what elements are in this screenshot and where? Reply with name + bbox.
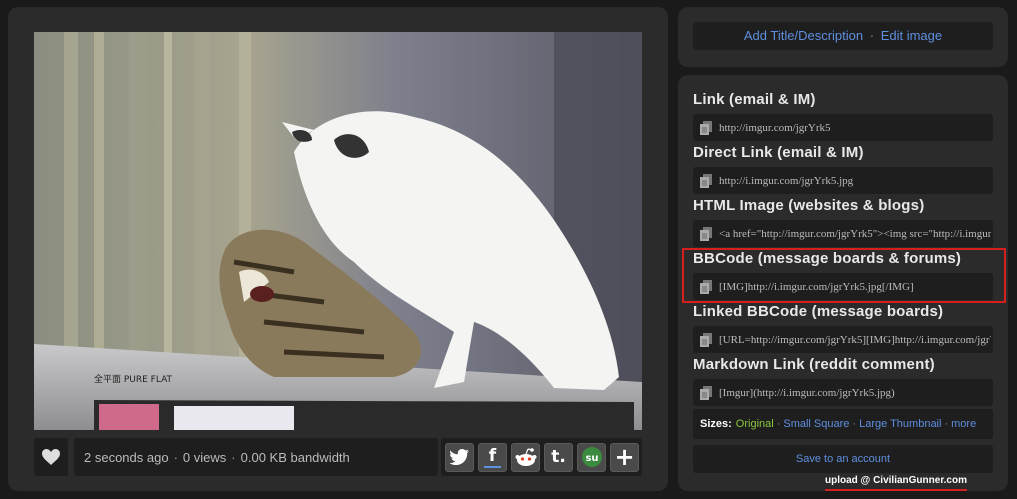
link-field xyxy=(693,167,993,194)
tumblr-icon: t. xyxy=(551,447,566,467)
link-field xyxy=(693,114,993,141)
stats-separator: · xyxy=(173,449,178,465)
sizes-separator: · xyxy=(776,418,781,430)
image-panel: 全平面 PURE FLAT 2 seconds ago · 0 views · … xyxy=(8,7,668,491)
size-small-square-link[interactable]: Small Square xyxy=(783,418,849,430)
svg-text:su: su xyxy=(585,453,598,464)
link-field xyxy=(693,379,993,406)
watermark: upload @ CivilianGunner.com xyxy=(825,475,967,491)
facebook-share-button[interactable]: f xyxy=(478,442,507,472)
link-group-markdown: Markdown Link (reddit comment) xyxy=(693,356,993,406)
edit-actions: Add Title/Description · Edit image xyxy=(693,22,993,50)
link-group-linked-bbcode: Linked BBCode (message boards) xyxy=(693,303,993,353)
reddit-share-button[interactable] xyxy=(511,442,540,472)
sizes-separator: · xyxy=(852,418,857,430)
direct-link-input[interactable] xyxy=(719,174,991,187)
link-group-html-image: HTML Image (websites & blogs) xyxy=(693,197,993,247)
edit-separator: · xyxy=(869,28,875,43)
more-share-button[interactable]: + xyxy=(610,442,639,472)
copy-icon[interactable] xyxy=(693,114,719,141)
html-image-input[interactable] xyxy=(719,227,991,240)
size-original-link[interactable]: Original xyxy=(736,418,774,430)
twitter-icon xyxy=(449,449,469,465)
sizes-separator: · xyxy=(944,418,949,430)
twitter-share-button[interactable] xyxy=(445,442,474,472)
link-field xyxy=(693,326,993,353)
like-button[interactable] xyxy=(34,438,68,476)
uploaded-image[interactable]: 全平面 PURE FLAT xyxy=(34,32,642,430)
bandwidth-usage: 0.00 KB bandwidth xyxy=(240,449,350,465)
size-more-link[interactable]: more xyxy=(951,418,976,430)
copy-icon[interactable] xyxy=(693,379,719,406)
stumbleupon-icon: su xyxy=(581,447,602,467)
markdown-link-input[interactable] xyxy=(719,386,991,399)
share-toolbar: f t. su + xyxy=(441,438,642,476)
link-title: Linked BBCode (message boards) xyxy=(693,303,944,320)
heart-icon xyxy=(42,449,60,465)
plus-icon: + xyxy=(614,443,635,471)
add-title-description-link[interactable]: Add Title/Description xyxy=(744,28,863,43)
reddit-icon xyxy=(515,448,536,466)
edit-image-link[interactable]: Edit image xyxy=(881,28,942,43)
link-title: Markdown Link (reddit comment) xyxy=(693,356,935,373)
link-group-link: Link (email & IM) xyxy=(693,91,993,141)
linked-bbcode-input[interactable] xyxy=(719,333,991,346)
stumbleupon-share-button[interactable]: su xyxy=(577,442,606,472)
facebook-icon: f xyxy=(483,446,502,468)
view-count: 0 views xyxy=(182,449,227,465)
link-title: Link (email & IM) xyxy=(693,91,816,108)
stats-separator: · xyxy=(231,449,236,465)
link-title: Direct Link (email & IM) xyxy=(693,144,864,161)
image-stats: 2 seconds ago · 0 views · 0.00 KB bandwi… xyxy=(74,438,438,476)
copy-icon[interactable] xyxy=(693,220,719,247)
link-title: HTML Image (websites & blogs) xyxy=(693,197,925,214)
link-input[interactable] xyxy=(719,121,991,134)
copy-icon[interactable] xyxy=(693,326,719,353)
edit-panel: Add Title/Description · Edit image xyxy=(678,7,1008,67)
monitor-brand-label: 全平面 PURE FLAT xyxy=(94,373,173,385)
link-field xyxy=(693,220,993,247)
link-group-direct-link: Direct Link (email & IM) xyxy=(693,144,993,194)
upload-time: 2 seconds ago xyxy=(84,449,169,465)
size-large-thumbnail-link[interactable]: Large Thumbnail xyxy=(859,418,941,430)
sizes-label: Sizes: xyxy=(700,418,732,430)
sizes-bar: Sizes: Original · Small Square · Large T… xyxy=(693,409,993,439)
tumblr-share-button[interactable]: t. xyxy=(544,442,573,472)
copy-icon[interactable] xyxy=(693,167,719,194)
bbcode-highlight-box xyxy=(682,248,1006,303)
save-to-account-button[interactable]: Save to an account xyxy=(693,445,993,473)
